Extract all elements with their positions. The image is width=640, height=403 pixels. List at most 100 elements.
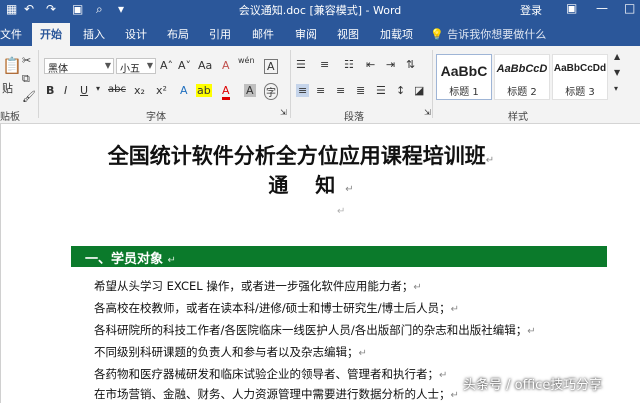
bullets-icon[interactable]: ☰ (296, 58, 306, 71)
document-area: 全国统计软件分析全方位应用课程培训班↵ 通 知↵ ↵ 一、学员对象 ↵ 希望从头… (0, 124, 640, 403)
text-effects-icon[interactable]: A (180, 84, 188, 97)
section-heading: 一、学员对象 ↵ (71, 246, 607, 267)
tab-layout[interactable]: 布局 (167, 26, 189, 42)
paragraph-mark: ↵ (439, 370, 448, 381)
copy-icon[interactable]: ⧉ (22, 72, 30, 86)
divider (290, 50, 291, 118)
style-heading1[interactable]: AaBbC 标题 1 (436, 54, 492, 100)
paragraph-mark: ↵ (167, 255, 176, 266)
heading-text: 通 知 (268, 173, 346, 197)
format-painter-icon[interactable]: 🖌 (22, 90, 36, 103)
underline-button[interactable]: U (80, 84, 88, 97)
align-right-icon[interactable]: ≡ (336, 84, 345, 97)
numbering-icon[interactable]: ≡ (320, 58, 329, 71)
shading-icon[interactable]: ◪ (414, 84, 424, 97)
clipboard-group-label: 贴板 (0, 112, 20, 123)
strikethrough-button[interactable]: abc (108, 84, 126, 95)
body-text: 各药物和医疗器械研发和临床试验企业的领导者、管理者和执行者； (94, 367, 439, 381)
multilevel-list-icon[interactable]: ☷ (344, 58, 354, 71)
paragraph-mark: ↵ (345, 184, 354, 195)
paragraph-dialog-launcher-icon[interactable]: ⇲ (424, 108, 431, 117)
tab-view[interactable]: 视图 (337, 26, 359, 42)
font-name-value: 黑体 (48, 64, 68, 75)
tab-design[interactable]: 设计 (125, 26, 147, 42)
paragraph-mark: ↵ (450, 390, 459, 401)
change-case-button[interactable]: Aa (198, 59, 212, 72)
style-name: 标题 3 (565, 87, 595, 98)
chevron-down-icon: ▼ (146, 61, 153, 70)
styles-scroll-up-icon[interactable]: ▲ (614, 52, 620, 61)
document-page[interactable]: 全国统计软件分析全方位应用课程培训班↵ 通 知↵ ↵ 一、学员对象 ↵ 希望从头… (0, 124, 640, 403)
font-color-button[interactable]: A (222, 84, 230, 100)
divider (432, 50, 433, 118)
grow-font-button[interactable]: A˄ (160, 59, 173, 72)
distributed-icon[interactable]: ☰ (376, 84, 386, 97)
styles-scroll-down-icon[interactable]: ▼ (614, 68, 620, 77)
ribbon-tab-bar: 文件 开始 插入 设计 布局 引用 邮件 审阅 视图 加载项 💡 告诉我你想要做… (0, 20, 640, 46)
maximize-icon[interactable]: □ (624, 1, 635, 15)
font-size-value: 小五 (120, 64, 140, 75)
italic-button[interactable]: I (64, 84, 67, 97)
login-link[interactable]: 登录 (520, 2, 542, 18)
section-heading-text: 一、学员对象 (85, 252, 164, 267)
paragraph-mark: ↵ (485, 155, 495, 166)
watermark: 头条号 / office技巧分享 (463, 378, 603, 393)
tab-review[interactable]: 审阅 (295, 26, 317, 42)
minimize-icon[interactable]: — (596, 1, 608, 15)
style-sample: AaBbCcD (496, 63, 548, 75)
tab-mailings[interactable]: 邮件 (252, 26, 274, 42)
document-title: 会议通知.doc [兼容模式] - Word (238, 4, 402, 17)
body-text: 各科研院所的科技工作者/各医院临床一线医护人员/各出版部门的杂志和出版社编辑； (94, 323, 528, 337)
char-border-button[interactable]: A (264, 59, 278, 74)
enclose-chars-button[interactable]: 字 (264, 83, 278, 100)
subscript-button[interactable]: x₂ (134, 84, 145, 97)
body-line: 在市场营销、金融、财务、人力资源管理中需要进行数据分析的人士；↵ (94, 386, 459, 402)
font-size-combo[interactable]: 小五 ▼ (116, 58, 156, 75)
ribbon-display-icon[interactable]: ▣ (566, 1, 577, 15)
body-text: 希望从头学习 EXCEL 操作，或者进一步强化软件应用能力者； (94, 279, 414, 293)
superscript-button[interactable]: x² (156, 84, 167, 97)
tab-insert[interactable]: 插入 (83, 26, 105, 42)
styles-group-label: 样式 (508, 112, 528, 123)
cut-icon[interactable]: ✂ (22, 54, 31, 67)
dropdown-chevron-icon[interactable]: ▾ (96, 84, 100, 93)
justify-icon[interactable]: ≣ (356, 84, 365, 97)
phonetic-guide-button[interactable]: wén (238, 56, 255, 65)
body-text: 在市场营销、金融、财务、人力资源管理中需要进行数据分析的人士； (94, 387, 451, 401)
body-line: 不同级别科研课题的负责人和参与者以及杂志编辑；↵ (94, 344, 367, 360)
style-sample: AaBbC (440, 63, 488, 79)
clear-format-button[interactable]: A (222, 59, 230, 72)
increase-indent-icon[interactable]: ⇥ (386, 58, 395, 71)
char-shading-button[interactable]: A (244, 84, 256, 97)
font-dialog-launcher-icon[interactable]: ⇲ (280, 108, 287, 117)
document-heading-line1: 全国统计软件分析全方位应用课程培训班↵ (101, 140, 501, 170)
highlight-button[interactable]: ab (196, 84, 212, 97)
heading-text: 全国统计软件分析全方位应用课程培训班 (107, 144, 486, 168)
ribbon-home: 📋 贴 ✂ ⧉ 🖌 贴板 黑体 ▼ 小五 ▼ A˄ A˅ Aa A wén A … (0, 46, 640, 124)
paste-label[interactable]: 贴 (2, 80, 13, 96)
tell-me-search[interactable]: 💡 告诉我你想要做什么 (430, 26, 546, 42)
style-name: 标题 2 (507, 87, 537, 98)
divider (38, 50, 39, 118)
paragraph-mark: ↵ (358, 348, 367, 359)
align-center-icon[interactable]: ≡ (316, 84, 325, 97)
chevron-down-icon: ▼ (104, 61, 111, 70)
body-text: 各高校在校教师，或者在读本科/进修/硕士和博士研究生/博士后人员； (94, 301, 451, 315)
align-left-icon[interactable]: ≡ (296, 84, 310, 97)
tab-file[interactable]: 文件 (0, 26, 22, 42)
body-line: 各药物和医疗器械研发和临床试验企业的领导者、管理者和执行者；↵ (94, 366, 447, 382)
styles-more-icon[interactable]: ▾ (614, 84, 618, 93)
line-spacing-icon[interactable]: ↕ (396, 84, 405, 97)
decrease-indent-icon[interactable]: ⇤ (366, 58, 375, 71)
paste-icon[interactable]: 📋 (2, 56, 22, 75)
tab-home[interactable]: 开始 (32, 23, 70, 46)
tab-addins[interactable]: 加载项 (380, 26, 413, 42)
sort-icon[interactable]: ⇅ (406, 58, 415, 71)
paragraph-mark: ↵ (450, 304, 460, 315)
tab-references[interactable]: 引用 (209, 26, 231, 42)
shrink-font-button[interactable]: A˅ (178, 59, 191, 72)
bold-button[interactable]: B (46, 84, 54, 97)
style-heading2[interactable]: AaBbCcD 标题 2 (494, 54, 550, 100)
style-heading3[interactable]: AaBbCcDd 标题 3 (552, 54, 608, 100)
font-name-combo[interactable]: 黑体 ▼ (44, 58, 114, 75)
